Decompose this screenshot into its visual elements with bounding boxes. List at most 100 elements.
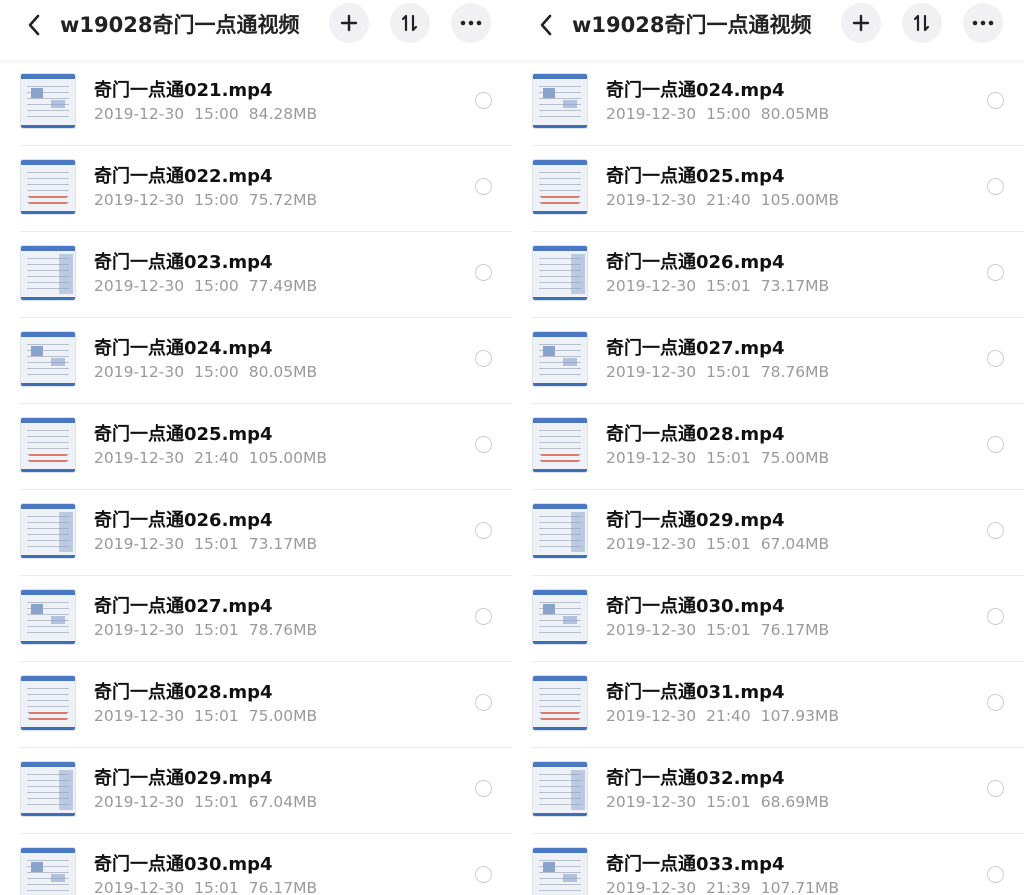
file-row[interactable]: 奇门一点通029.mp4 2019-12-30 15:01 67.04MB	[20, 748, 512, 834]
video-thumbnail-icon	[20, 847, 76, 895]
add-button[interactable]	[841, 3, 881, 43]
file-name: 奇门一点通022.mp4	[94, 166, 273, 187]
radio-circle-icon[interactable]	[987, 780, 1004, 797]
radio-circle-icon[interactable]	[987, 522, 1004, 539]
add-button[interactable]	[329, 3, 369, 43]
back-button[interactable]	[526, 8, 566, 42]
file-row[interactable]: 奇门一点通021.mp4 2019-12-30 15:00 84.28MB	[20, 60, 512, 146]
chevron-left-icon	[540, 14, 552, 36]
file-date: 2019-12-30	[94, 879, 185, 895]
radio-circle-icon[interactable]	[475, 694, 492, 711]
file-meta: 2019-12-30 15:01 67.04MB	[94, 793, 327, 811]
video-thumbnail-icon	[20, 761, 76, 817]
file-date: 2019-12-30	[94, 707, 185, 725]
file-meta: 2019-12-30 21:39 107.71MB	[606, 879, 849, 895]
file-row[interactable]: 奇门一点通027.mp4 2019-12-30 15:01 78.76MB	[532, 318, 1024, 404]
top-bar: w19028奇门一点通视频	[0, 0, 512, 60]
video-thumbnail-icon	[532, 589, 588, 645]
file-row[interactable]: 奇门一点通028.mp4 2019-12-30 15:01 75.00MB	[532, 404, 1024, 490]
plus-icon	[852, 14, 870, 32]
file-time: 21:40	[706, 191, 751, 209]
radio-circle-icon[interactable]	[987, 350, 1004, 367]
file-size: 73.17MB	[760, 277, 830, 295]
file-time: 15:01	[194, 793, 239, 811]
radio-circle-icon[interactable]	[475, 92, 492, 109]
radio-circle-icon[interactable]	[475, 780, 492, 797]
radio-circle-icon[interactable]	[987, 608, 1004, 625]
file-meta: 2019-12-30 15:01 78.76MB	[606, 363, 839, 381]
file-row[interactable]: 奇门一点通030.mp4 2019-12-30 15:01 76.17MB	[20, 834, 512, 895]
file-row[interactable]: 奇门一点通022.mp4 2019-12-30 15:00 75.72MB	[20, 146, 512, 232]
file-row[interactable]: 奇门一点通031.mp4 2019-12-30 21:40 107.93MB	[532, 662, 1024, 748]
file-row[interactable]: 奇门一点通024.mp4 2019-12-30 15:00 80.05MB	[532, 60, 1024, 146]
file-row[interactable]: 奇门一点通024.mp4 2019-12-30 15:00 80.05MB	[20, 318, 512, 404]
file-size: 80.05MB	[248, 363, 318, 381]
file-browser-panel-right: w19028奇门一点通视频 奇门一点通024.mp4 2019-12-30 15:0…	[512, 0, 1024, 895]
radio-circle-icon[interactable]	[475, 264, 492, 281]
sort-button[interactable]	[390, 3, 430, 43]
file-row[interactable]: 奇门一点通023.mp4 2019-12-30 15:00 77.49MB	[20, 232, 512, 318]
file-name: 奇门一点通024.mp4	[606, 80, 785, 101]
back-button[interactable]	[14, 8, 54, 42]
radio-circle-icon[interactable]	[987, 866, 1004, 883]
sort-button[interactable]	[902, 3, 942, 43]
file-size: 67.04MB	[760, 535, 830, 553]
file-time: 21:40	[706, 707, 751, 725]
file-time: 15:01	[706, 793, 751, 811]
file-meta: 2019-12-30 15:00 80.05MB	[606, 105, 839, 123]
file-row[interactable]: 奇门一点通025.mp4 2019-12-30 21:40 105.00MB	[20, 404, 512, 490]
file-size: 76.17MB	[760, 621, 830, 639]
video-thumbnail-icon	[20, 331, 76, 387]
radio-circle-icon[interactable]	[987, 178, 1004, 195]
radio-circle-icon[interactable]	[475, 522, 492, 539]
more-button[interactable]	[451, 3, 491, 43]
file-meta: 2019-12-30 15:01 78.76MB	[94, 621, 327, 639]
radio-circle-icon[interactable]	[987, 92, 1004, 109]
radio-circle-icon[interactable]	[475, 608, 492, 625]
file-size: 77.49MB	[248, 277, 318, 295]
radio-circle-icon[interactable]	[987, 694, 1004, 711]
file-time: 21:39	[706, 879, 751, 895]
radio-circle-icon[interactable]	[475, 178, 492, 195]
file-size: 107.93MB	[760, 707, 840, 725]
file-row[interactable]: 奇门一点通033.mp4 2019-12-30 21:39 107.71MB	[532, 834, 1024, 895]
radio-circle-icon[interactable]	[987, 436, 1004, 453]
more-horizontal-icon	[972, 20, 994, 26]
file-name: 奇门一点通023.mp4	[94, 252, 273, 273]
file-size: 68.69MB	[760, 793, 830, 811]
radio-circle-icon[interactable]	[475, 436, 492, 453]
file-row[interactable]: 奇门一点通025.mp4 2019-12-30 21:40 105.00MB	[532, 146, 1024, 232]
file-date: 2019-12-30	[606, 621, 697, 639]
file-name: 奇门一点通030.mp4	[94, 854, 273, 875]
file-row[interactable]: 奇门一点通027.mp4 2019-12-30 15:01 78.76MB	[20, 576, 512, 662]
file-size: 75.00MB	[760, 449, 830, 467]
file-name: 奇门一点通026.mp4	[94, 510, 273, 531]
file-name: 奇门一点通027.mp4	[606, 338, 785, 359]
video-thumbnail-icon	[20, 417, 76, 473]
radio-circle-icon[interactable]	[475, 350, 492, 367]
radio-circle-icon[interactable]	[987, 264, 1004, 281]
file-row[interactable]: 奇门一点通029.mp4 2019-12-30 15:01 67.04MB	[532, 490, 1024, 576]
file-list: 奇门一点通021.mp4 2019-12-30 15:00 84.28MB 奇门一点通0…	[0, 60, 512, 895]
file-name: 奇门一点通032.mp4	[606, 768, 785, 789]
radio-circle-icon[interactable]	[475, 866, 492, 883]
file-row[interactable]: 奇门一点通028.mp4 2019-12-30 15:01 75.00MB	[20, 662, 512, 748]
file-date: 2019-12-30	[606, 535, 697, 553]
file-name: 奇门一点通026.mp4	[606, 252, 785, 273]
file-name: 奇门一点通031.mp4	[606, 682, 785, 703]
file-name: 奇门一点通028.mp4	[94, 682, 273, 703]
more-button[interactable]	[963, 3, 1003, 43]
video-thumbnail-icon	[532, 159, 588, 215]
file-meta: 2019-12-30 21:40 105.00MB	[606, 191, 849, 209]
file-date: 2019-12-30	[606, 449, 697, 467]
video-thumbnail-icon	[532, 503, 588, 559]
file-meta: 2019-12-30 21:40 107.93MB	[606, 707, 849, 725]
file-size: 105.00MB	[248, 449, 328, 467]
file-row[interactable]: 奇门一点通030.mp4 2019-12-30 15:01 76.17MB	[532, 576, 1024, 662]
file-row[interactable]: 奇门一点通032.mp4 2019-12-30 15:01 68.69MB	[532, 748, 1024, 834]
file-name: 奇门一点通028.mp4	[606, 424, 785, 445]
file-row[interactable]: 奇门一点通026.mp4 2019-12-30 15:01 73.17MB	[20, 490, 512, 576]
file-row[interactable]: 奇门一点通026.mp4 2019-12-30 15:01 73.17MB	[532, 232, 1024, 318]
file-size: 78.76MB	[760, 363, 830, 381]
video-thumbnail-icon	[532, 761, 588, 817]
